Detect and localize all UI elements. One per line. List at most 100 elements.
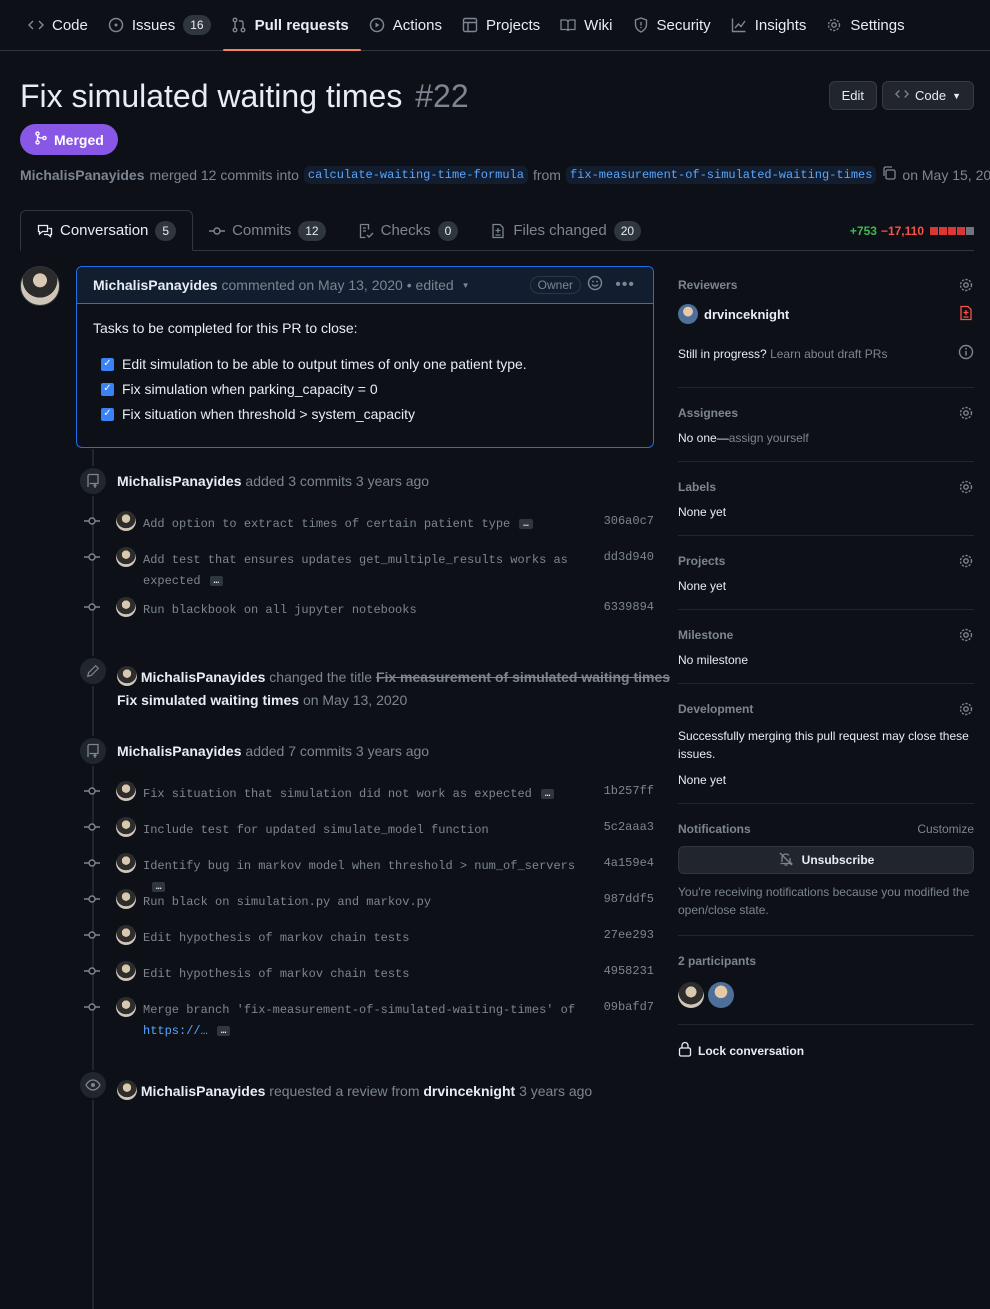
labels-heading[interactable]: Labels [678, 478, 974, 496]
commit-message[interactable]: Merge branch 'fix-measurement-of-simulat… [143, 1000, 583, 1042]
gear-icon[interactable] [958, 277, 974, 293]
expand-ellipsis-button[interactable]: … [209, 575, 224, 586]
avatar[interactable] [117, 1080, 137, 1100]
gear-icon[interactable] [958, 553, 974, 569]
commit-sha[interactable]: 1b257ff [604, 784, 654, 798]
avatar[interactable] [116, 997, 136, 1017]
nav-security[interactable]: Security [625, 0, 723, 51]
commit-sha[interactable]: 306a0c7 [604, 514, 654, 528]
avatar[interactable] [708, 982, 734, 1008]
copy-icon[interactable] [881, 165, 897, 184]
unsubscribe-button[interactable]: Unsubscribe [678, 846, 974, 874]
tab-files-changed[interactable]: Files changed 20 [474, 210, 657, 251]
lock-conversation-link[interactable]: Lock conversation [678, 1041, 974, 1060]
avatar[interactable] [116, 547, 136, 567]
avatar[interactable] [116, 511, 136, 531]
avatar[interactable] [116, 925, 136, 945]
commit-sha[interactable]: dd3d940 [604, 550, 654, 564]
commit-message[interactable]: Fix situation that simulation did not wo… [143, 784, 583, 805]
draft-link[interactable]: Learn about draft PRs [770, 347, 887, 361]
comment-author[interactable]: MichalisPanayides [93, 277, 218, 293]
commit-sha[interactable]: 987ddf5 [604, 892, 654, 906]
event-author[interactable]: MichalisPanayides [117, 473, 242, 489]
nav-actions[interactable]: Actions [361, 0, 454, 51]
event-date[interactable]: on May 13, 2020 [303, 692, 407, 708]
assignees-heading[interactable]: Assignees [678, 404, 974, 422]
avatar[interactable] [678, 304, 698, 324]
tab-checks[interactable]: Checks 0 [342, 210, 475, 251]
pr-author-link[interactable]: MichalisPanayides [20, 167, 145, 183]
status-badge-label: Merged [54, 131, 104, 148]
nav-issues[interactable]: Issues 16 [100, 0, 223, 51]
gear-icon[interactable] [958, 479, 974, 495]
checkbox-checked-icon[interactable]: ✓ [101, 407, 114, 421]
smiley-icon[interactable] [587, 275, 603, 294]
commit-message[interactable]: Add test that ensures updates get_multip… [143, 550, 583, 592]
commit-sha[interactable]: 09bafd7 [604, 1000, 654, 1014]
commit-message[interactable]: Include test for updated simulate_model … [143, 820, 583, 841]
reviewers-heading[interactable]: Reviewers [678, 276, 974, 294]
avatar[interactable] [20, 266, 60, 306]
expand-ellipsis-button[interactable]: … [216, 1025, 231, 1036]
development-heading[interactable]: Development [678, 700, 974, 718]
from-text: from [532, 166, 561, 183]
commit-link[interactable]: https://… [143, 1024, 208, 1038]
avatar[interactable] [116, 961, 136, 981]
avatar[interactable] [116, 597, 136, 617]
customize-link[interactable]: Customize [917, 822, 974, 836]
event-author[interactable]: MichalisPanayides [141, 1083, 266, 1099]
repo-nav: Code Issues 16 Pull requests Actions Pro… [0, 0, 990, 51]
tab-conversation[interactable]: Conversation 5 [20, 210, 194, 251]
nav-settings[interactable]: Settings [818, 0, 916, 51]
commit-message[interactable]: Run black on simulation.py and markov.py [143, 892, 583, 913]
chevron-down-icon[interactable]: ▼ [462, 281, 470, 290]
commit-message[interactable]: Edit hypothesis of markov chain tests [143, 928, 583, 949]
milestone-heading[interactable]: Milestone [678, 626, 974, 644]
nav-pull-requests-label: Pull requests [254, 16, 349, 34]
nav-pull-requests[interactable]: Pull requests [222, 0, 361, 51]
expand-ellipsis-button[interactable]: … [519, 518, 533, 529]
head-branch[interactable]: fix-measurement-of-simulated-waiting-tim… [565, 165, 877, 184]
avatar[interactable] [117, 666, 137, 686]
tab-commits[interactable]: Commits 12 [193, 210, 342, 251]
git-commit-icon [84, 552, 100, 562]
avatar[interactable] [116, 817, 136, 837]
comment-meta[interactable]: commented on May 13, 2020 • edited [222, 277, 454, 293]
comment-body: Tasks to be completed for this PR to clo… [77, 304, 653, 447]
assign-yourself-link[interactable]: assign yourself [729, 431, 809, 445]
gear-icon[interactable] [958, 701, 974, 717]
nav-code[interactable]: Code [20, 0, 100, 51]
info-icon[interactable] [958, 344, 974, 363]
commit-message[interactable]: Add option to extract times of certain p… [143, 514, 583, 535]
avatar[interactable] [116, 889, 136, 909]
commit-sha[interactable]: 4958231 [604, 964, 654, 978]
avatar[interactable] [116, 853, 136, 873]
nav-projects[interactable]: Projects [454, 0, 552, 51]
commit-message[interactable]: Run blackbook on all jupyter notebooks [143, 600, 583, 621]
checkbox-checked-icon[interactable]: ✓ [101, 357, 114, 371]
nav-insights[interactable]: Insights [723, 0, 819, 51]
event-time[interactable]: 3 years ago [519, 1083, 592, 1099]
gear-icon[interactable] [958, 405, 974, 421]
event-reviewer[interactable]: drvinceknight [423, 1083, 515, 1099]
nav-wiki[interactable]: Wiki [552, 0, 624, 51]
commit-message[interactable]: Edit hypothesis of markov chain tests [143, 964, 583, 985]
gear-icon[interactable] [958, 627, 974, 643]
avatar[interactable] [678, 982, 704, 1008]
checkbox-checked-icon[interactable]: ✓ [101, 382, 114, 396]
reviewer-item[interactable]: drvinceknight [678, 304, 974, 324]
commit-sha[interactable]: 5c2aaa3 [604, 820, 654, 834]
base-branch[interactable]: calculate-waiting-time-formula [303, 165, 528, 184]
edit-button[interactable]: Edit [828, 81, 877, 110]
kebab-horizontal-icon[interactable]: ••• [615, 276, 635, 294]
event-author[interactable]: MichalisPanayides [117, 743, 242, 759]
commit-sha[interactable]: 4a159e4 [604, 856, 654, 870]
code-button[interactable]: Code ▼ [882, 81, 974, 110]
expand-ellipsis-button[interactable]: … [540, 788, 555, 799]
avatar[interactable] [116, 781, 136, 801]
commit-sha[interactable]: 6339894 [604, 600, 654, 614]
event-author[interactable]: MichalisPanayides [141, 669, 266, 685]
projects-heading[interactable]: Projects [678, 552, 974, 570]
commit-sha[interactable]: 27ee293 [604, 928, 654, 942]
reviewer-name[interactable]: drvinceknight [704, 307, 789, 322]
